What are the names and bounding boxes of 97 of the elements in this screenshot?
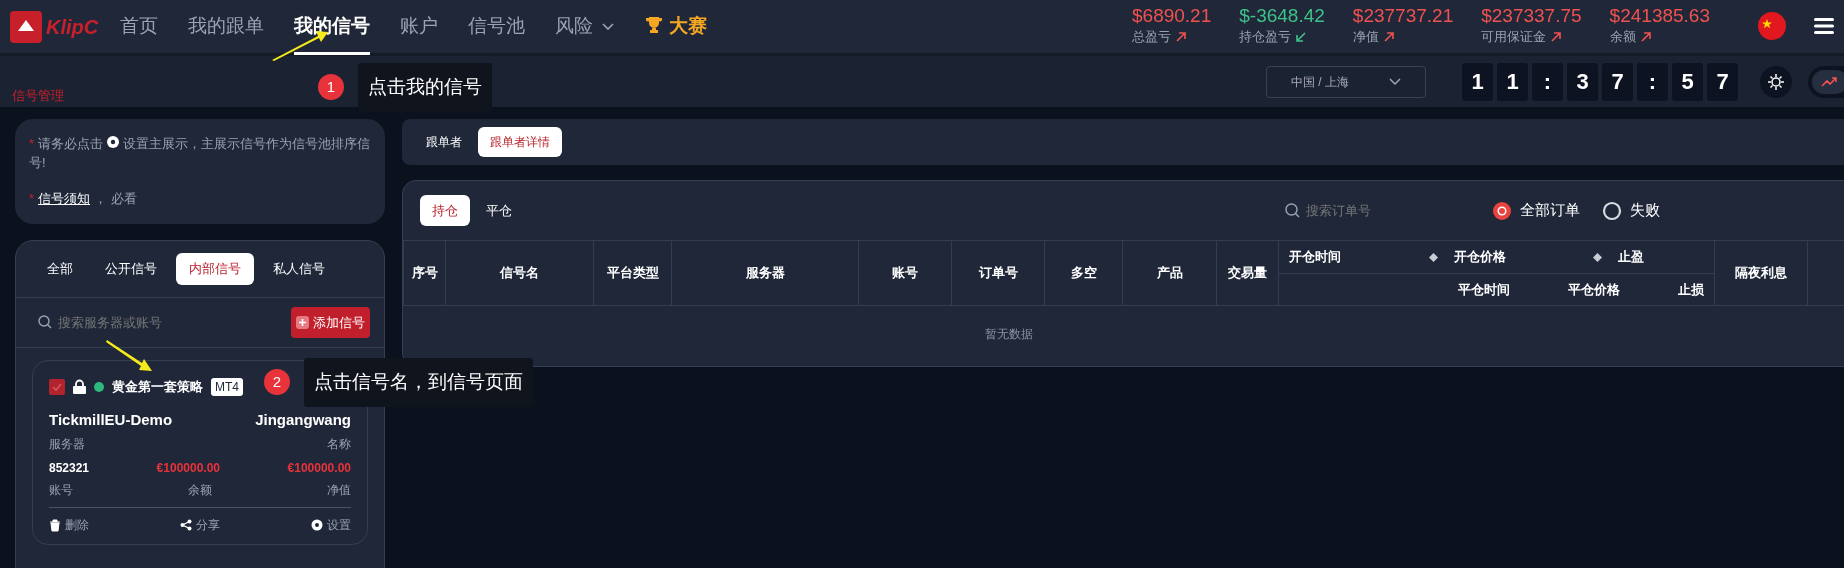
column-header: 服务器 [671, 240, 859, 306]
nav-link[interactable]: 首页 [120, 0, 159, 56]
stat-value: $241385.63 [1609, 6, 1710, 28]
asterisk: * [29, 189, 35, 208]
column-header: 平仓价格 [1568, 280, 1620, 299]
signal-tab[interactable]: 内部信号 [176, 253, 254, 285]
nav-link[interactable]: 风险 [555, 0, 616, 56]
column-header: 订单号 [951, 240, 1045, 306]
clock-digit: 1 [1497, 62, 1528, 101]
column-header: 信号名 [445, 240, 594, 306]
lock-icon [73, 379, 86, 395]
card-action-button[interactable]: 删除 [49, 516, 89, 535]
sort-icon[interactable] [1428, 252, 1438, 262]
stat-label: 余额 [1609, 28, 1636, 47]
stat-value: $237337.75 [1481, 6, 1582, 28]
brand-name: KlipC [46, 14, 99, 40]
brightness-icon[interactable] [1760, 65, 1792, 98]
clock-digit: 1 [1462, 62, 1493, 101]
order-tab[interactable]: 持仓 [420, 194, 470, 227]
stat-label: 可用保证金 [1481, 28, 1547, 47]
stat-value: $6890.21 [1132, 6, 1212, 28]
field-label: 名称 [327, 436, 351, 454]
column-header: 隔夜利息 [1714, 240, 1808, 306]
checkbox[interactable] [49, 378, 65, 395]
signal-tab[interactable]: 公开信号 [92, 253, 170, 285]
flag-icon[interactable] [1758, 12, 1786, 41]
search-icon [1285, 203, 1300, 218]
column-header: 止损 [1678, 280, 1704, 299]
stat-label: 持仓盈亏 [1239, 28, 1292, 47]
balance-value: €100000.00 [156, 460, 220, 478]
signal-tab[interactable]: 私人信号 [260, 253, 338, 285]
column-header: 序号 [403, 240, 446, 306]
clock-digit: 3 [1567, 62, 1598, 101]
callout-text: 点击我的信号 [358, 63, 492, 112]
search-field[interactable]: 搜索服务器或账号 [56, 311, 236, 334]
column-header: 平仓时间 [1458, 280, 1510, 299]
trash-icon [49, 518, 61, 532]
field-label: 余额 [188, 482, 212, 500]
column-header: 账号 [858, 240, 952, 306]
card-action-button[interactable]: 设置 [311, 516, 351, 535]
share-icon [180, 518, 192, 532]
plus-icon [296, 315, 309, 329]
account-number: 852321 [49, 460, 90, 478]
column-header: 多空 [1044, 240, 1123, 306]
platform-tag: MT4 [211, 377, 243, 396]
radio-option[interactable]: 全部订单 [1492, 199, 1580, 222]
nav-link[interactable]: 我的跟单 [188, 0, 265, 56]
clock-digit: 7 [1707, 62, 1738, 101]
signal-tab[interactable]: 全部 [34, 253, 86, 285]
stat-label: 总盈亏 [1132, 28, 1171, 47]
field-label: 服务器 [49, 436, 85, 454]
stat-value: $-3648.42 [1239, 6, 1325, 28]
empty-message: 暂无数据 [984, 326, 1034, 343]
nav-link[interactable]: 信号池 [468, 0, 526, 56]
callout-text: 点击信号名，到信号页面 [304, 358, 533, 407]
view-tab[interactable]: 跟单者详情 [478, 127, 562, 157]
gear-icon [311, 518, 323, 532]
logo-icon [10, 10, 42, 43]
notice-link[interactable]: 信号须知 [38, 188, 91, 209]
field-label: 净值 [327, 482, 351, 500]
column-header: 交易量 [1216, 240, 1279, 306]
column-header: 产品 [1122, 240, 1217, 306]
pointer-arrow [106, 338, 154, 372]
order-tab[interactable]: 平仓 [474, 194, 524, 227]
clock-digit: : [1637, 62, 1668, 101]
clock-digit: 5 [1672, 62, 1703, 101]
breadcrumb: 信号管理 [12, 86, 64, 105]
column-header: 平台类型 [593, 240, 672, 306]
chevron-down-icon [1389, 77, 1401, 86]
column-header: 开仓时间 [1289, 248, 1341, 267]
search-icon [38, 315, 52, 330]
view-tab[interactable]: 跟单者 [414, 127, 474, 157]
column-header: 止盈 [1618, 248, 1644, 267]
clock-digit: : [1532, 62, 1563, 101]
stat-value: $237737.21 [1352, 6, 1454, 28]
nav-link[interactable]: 大赛 [645, 0, 708, 56]
clock-digit: 7 [1602, 62, 1633, 101]
chevron-down-icon [601, 21, 616, 32]
timezone-select[interactable]: 中国 / 上海 [1266, 65, 1426, 98]
menu-icon[interactable] [1814, 17, 1834, 36]
notice-text: * 请务必点击 设置主展示，主展示信号作为信号池排序信号! [29, 135, 371, 172]
order-search-field[interactable]: 搜索订单号 [1304, 199, 1454, 222]
trophy-icon [645, 15, 664, 34]
field-label: 账号 [49, 482, 73, 500]
column-header: 开仓价格 [1453, 248, 1506, 267]
notice-suffix: ， 必看 [94, 189, 137, 208]
sort-icon[interactable] [1593, 252, 1602, 262]
server-name: TickmillEU-Demo [49, 409, 173, 430]
equity-value: €100000.00 [287, 460, 351, 478]
nav-link[interactable]: 账户 [400, 0, 439, 56]
radio-option[interactable]: 失败 [1602, 199, 1660, 222]
signal-name[interactable]: 黄金第一套策略 [112, 377, 203, 397]
owner-name: Jingangwang [255, 409, 351, 430]
gear-icon [105, 135, 120, 149]
add-signal-button[interactable]: 添加信号 [291, 306, 370, 339]
stat-label: 净值 [1352, 28, 1379, 47]
card-action-button[interactable]: 分享 [180, 516, 220, 535]
